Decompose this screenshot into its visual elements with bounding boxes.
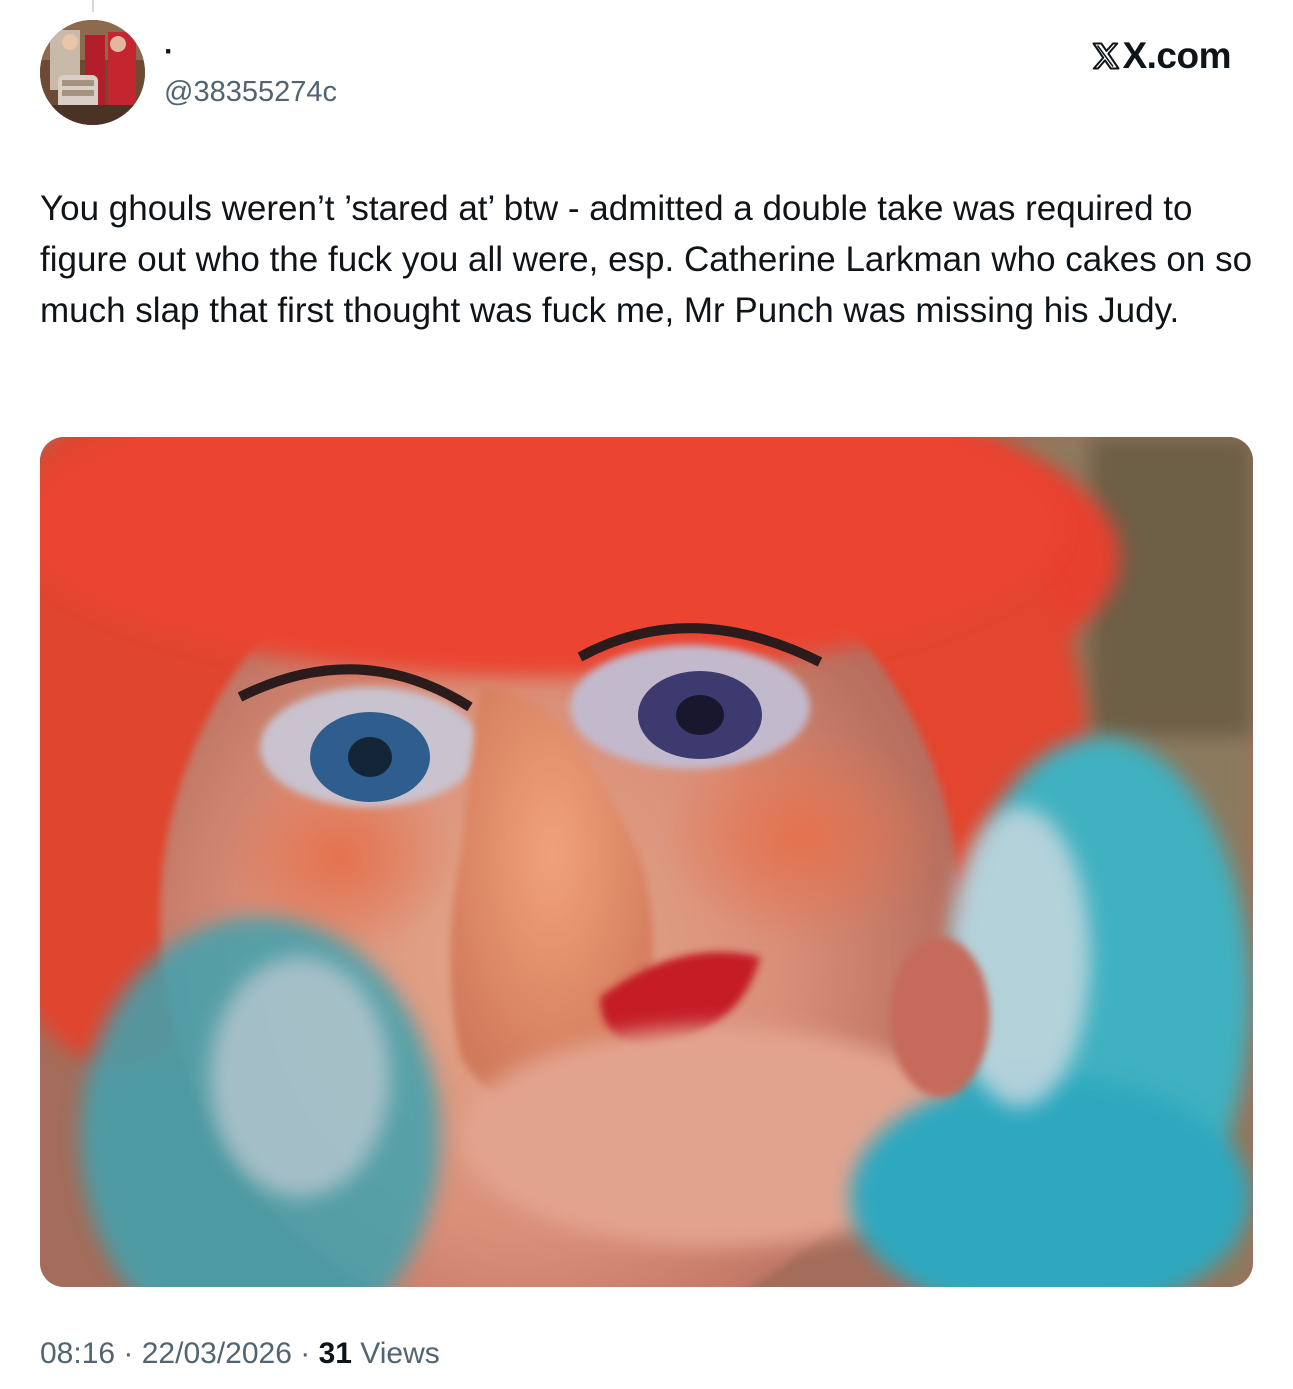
tweet-header: · @38355274c X.com [40,20,1253,126]
x-logo-icon [1092,42,1120,70]
brand-logo: X.com [1091,34,1231,78]
avatar[interactable] [40,20,145,125]
display-name[interactable]: · [164,34,174,70]
tweet-date[interactable]: 22/03/2026 [142,1337,292,1370]
meta-separator: · [291,1337,319,1370]
brand-domain-label: X.com [1122,35,1231,76]
tweet-text: You ghouls weren’t ’stared at’ btw - adm… [40,189,1253,330]
tweet-time[interactable]: 08:16 [40,1337,115,1370]
user-handle[interactable]: @38355274c [164,74,337,110]
tweet-media[interactable] [40,437,1253,1287]
thread-line [92,0,94,12]
views-count: 31 [318,1337,352,1370]
meta-separator: · [115,1337,142,1370]
views-label: Views [360,1337,440,1370]
media-photo [40,437,1253,1287]
avatar-image [40,20,145,125]
tweet-metadata: 08:16 · 22/03/2026 · 31 Views [40,1336,440,1372]
